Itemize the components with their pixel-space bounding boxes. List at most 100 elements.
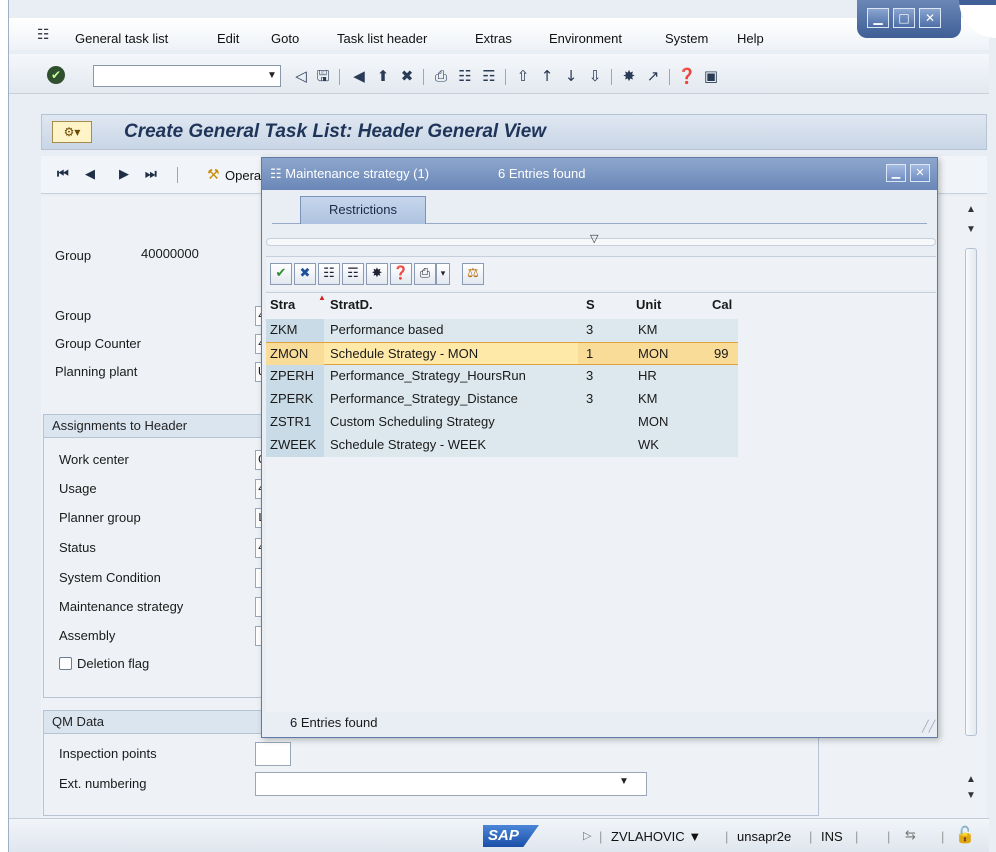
dialog-close-icon[interactable]: ✕ [910,164,930,182]
assembly-label: Assembly [59,628,116,643]
menu-screen-icon[interactable]: ⚙▾ [52,121,92,143]
scroll-up-icon[interactable]: ▲ [966,204,976,215]
back-green-icon[interactable]: ◀ [349,66,369,86]
command-field[interactable] [93,65,281,87]
resize-grip-icon[interactable]: ╱╱ [922,720,935,733]
new-session-icon[interactable]: ✸ [619,66,639,86]
column-header-description[interactable]: StratD. [330,297,373,312]
maximize-icon[interactable]: □ [893,8,915,28]
exit-icon[interactable]: ⬆ [373,66,393,86]
back-arrow-icon[interactable]: ◁ [291,66,311,86]
scroll-down-icon[interactable]: ▼ [966,224,976,235]
status-host: unsapr2e [737,829,792,844]
print-dropdown-icon[interactable]: ▾ [436,263,450,285]
row-description: Custom Scheduling Strategy [330,414,495,429]
menu-extras[interactable]: Extras [475,31,512,46]
toolbar-separator [339,69,340,85]
row-unit: MON [638,414,669,429]
menu-environment[interactable]: Environment [549,31,622,46]
cancel-icon[interactable]: ✖ [397,66,417,86]
column-header-s[interactable]: S [586,297,595,312]
toolbar-separator [669,69,670,85]
menu-help[interactable]: Help [737,31,764,46]
status-separator: | [599,829,603,844]
row-s: 3 [586,322,594,337]
personal-value-list-icon[interactable]: ⚖ [462,263,484,285]
first-entry-icon[interactable]: ⏮ [57,166,69,182]
table-row[interactable]: ZWEEK Schedule Strategy - WEEK WK [266,434,738,457]
shortcut-icon[interactable]: ↗ [643,66,663,86]
help-icon[interactable]: ❓ [390,263,412,285]
dialog-minimize-icon[interactable]: ▁ [886,164,906,182]
table-row[interactable]: ZPERH Performance_Strategy_HoursRun 3 HR [266,365,738,388]
table-row[interactable]: ZPERK Performance_Strategy_Distance 3 KM [266,388,738,411]
status-expand-icon[interactable]: ▷ [583,829,591,842]
status-separator: | [809,829,813,844]
print-icon[interactable]: ⎙ [414,263,436,285]
copy-check-icon[interactable]: ✔ [270,263,292,285]
group-label: Group [55,308,92,323]
table-row[interactable]: ZSTR1 Custom Scheduling Strategy MON [266,411,738,434]
layout-menu-icon[interactable]: ▣ [701,66,721,86]
dialog-entry-count: 6 Entries found [498,166,586,181]
screen-title-bar: ⚙▾ Create General Task List: Header Gene… [41,114,987,150]
operations-icon[interactable]: ⚒ [207,166,220,183]
cancel-x-icon[interactable]: ✖ [294,263,316,285]
deletion-flag-checkbox[interactable] [59,657,72,670]
window-controls: ▁ □ ✕ [857,0,961,38]
find-next-icon[interactable]: ☶ [479,66,499,86]
find-icon[interactable]: ☷ [455,66,475,86]
row-s: 3 [586,391,594,406]
restrictions-splitter[interactable] [266,238,936,246]
row-description: Schedule Strategy - MON [330,346,479,361]
help-icon[interactable]: ❓ [677,66,697,86]
status-label: Status [59,540,96,555]
menu-edit[interactable]: Edit [217,31,239,46]
enter-check-icon[interactable]: ✔ [47,66,65,84]
table-row[interactable]: ZKM Performance based 3 KM [266,319,738,342]
table-row-selected[interactable]: ZMON Schedule Strategy - MON 1 MON 99 [266,342,738,366]
status-user-dropdown-icon[interactable]: ▼ [688,829,701,844]
status-user[interactable]: ZVLAHOVIC ▼ [611,829,701,844]
menu-general-task-list[interactable]: General task list [75,31,168,46]
menu-goto[interactable]: Goto [271,31,299,46]
previous-entry-icon[interactable]: ◀ [85,166,95,182]
minimize-icon[interactable]: ▁ [867,8,889,28]
row-description: Performance_Strategy_HoursRun [330,368,526,383]
next-entry-icon[interactable]: ▶ [119,166,129,182]
scroll-up-icon[interactable]: ▲ [966,774,976,785]
save-icon[interactable]: 🖫 [313,66,333,86]
status-separator: | [941,829,945,844]
tab-restrictions[interactable]: Restrictions [300,196,426,224]
scroll-down-icon[interactable]: ▼ [966,790,976,801]
last-page-icon[interactable]: ⇩ [585,66,605,86]
ext-numbering-dropdown-icon[interactable]: ▼ [619,776,629,787]
first-page-icon[interactable]: ⇧ [513,66,533,86]
result-list: Stra ▲ StratD. S Unit Cal ZKM Performanc… [266,292,936,712]
menu-exit-icon[interactable]: ☷ [37,26,50,43]
command-dropdown-icon[interactable]: ▼ [263,66,281,86]
column-header-cal[interactable]: Cal [712,297,732,312]
column-header-unit[interactable]: Unit [636,297,661,312]
status-insert-mode[interactable]: INS [821,829,843,844]
group-counter-label: Group Counter [55,336,141,351]
page-title: Create General Task List: Header General… [124,121,547,142]
print-icon[interactable]: ⎙ [431,66,451,86]
ext-numbering-select[interactable] [255,772,647,796]
previous-page-icon[interactable]: ↑ [537,66,557,86]
find-icon[interactable]: ☷ [318,263,340,285]
scrollbar-thumb[interactable] [965,248,977,736]
column-header-strategy[interactable]: Stra [270,297,295,312]
inspection-points-field[interactable] [255,742,291,766]
last-entry-icon[interactable]: ⏭ [145,166,157,182]
close-icon[interactable]: ✕ [919,8,941,28]
vertical-scrollbar-lower[interactable]: ▲ ▼ [961,770,981,810]
splitter-expand-icon[interactable]: ▽ [590,232,598,245]
vertical-scrollbar[interactable]: ▲ ▼ [961,200,981,740]
menu-system[interactable]: System [665,31,708,46]
new-session-icon[interactable]: ✸ [366,263,388,285]
menu-task-list-header[interactable]: Task list header [337,31,427,46]
system-condition-label: System Condition [59,570,161,585]
find-next-icon[interactable]: ☶ [342,263,364,285]
next-page-icon[interactable]: ↓ [561,66,581,86]
